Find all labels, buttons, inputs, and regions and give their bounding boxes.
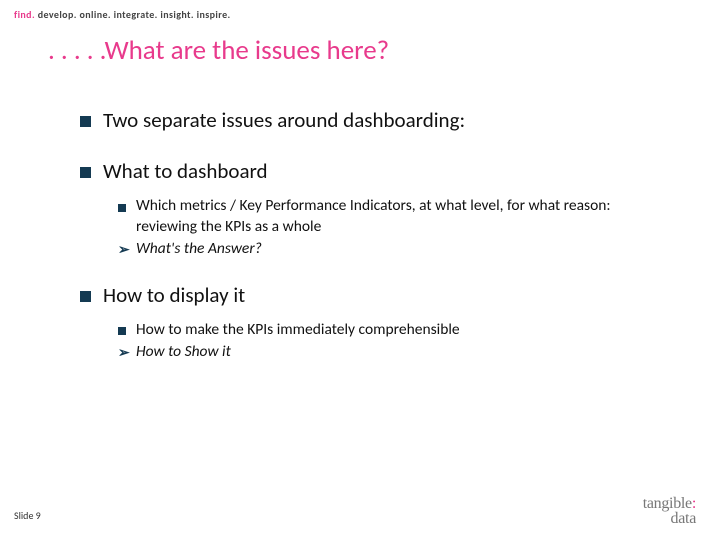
sub-list: Which metrics / Key Performance Indicato…: [118, 196, 680, 258]
sub-list-item-text: How to Show it: [136, 342, 231, 362]
sub-list-item: ➢ What's the Answer?: [118, 239, 680, 259]
list-item-text: Two separate issues around dashboarding:: [103, 108, 465, 133]
square-bullet-icon: [118, 322, 136, 338]
sub-list: How to make the KPIs immediately compreh…: [118, 320, 680, 362]
slide-number: Slide 9: [14, 509, 41, 522]
brand-line-1: tangible:: [643, 496, 696, 511]
list-item: What to dashboard: [80, 159, 680, 184]
slide-title: . . . . .What are the issues here?: [48, 34, 389, 67]
sub-list-item-text: What's the Answer?: [136, 239, 262, 259]
list-item-text: How to display it: [103, 283, 245, 308]
brand-top: tangible: [643, 495, 692, 512]
content-area: Two separate issues around dashboarding:…: [80, 108, 680, 386]
square-bullet-icon: [118, 198, 136, 214]
square-bullet-icon: [80, 167, 91, 178]
tagline-rest: develop. online. integrate. insight. ins…: [35, 8, 231, 21]
sub-list-item: ➢ How to Show it: [118, 342, 680, 362]
list-item-text: What to dashboard: [103, 159, 268, 184]
brand-line-2: data: [643, 511, 696, 526]
brand-colon: :: [692, 495, 696, 512]
tagline: find. develop. online. integrate. insigh…: [14, 8, 231, 21]
sub-list-item-text: Which metrics / Key Performance Indicato…: [136, 196, 656, 236]
arrow-bullet-icon: ➢: [118, 241, 136, 259]
slide: find. develop. online. integrate. insigh…: [0, 0, 720, 540]
list-item: How to display it: [80, 283, 680, 308]
list-item: Two separate issues around dashboarding:: [80, 108, 680, 133]
arrow-bullet-icon: ➢: [118, 344, 136, 362]
tagline-accent: find.: [14, 8, 35, 21]
brand-logo: tangible: data: [643, 496, 696, 526]
square-bullet-icon: [80, 116, 91, 127]
sub-list-item: Which metrics / Key Performance Indicato…: [118, 196, 680, 236]
sub-list-item-text: How to make the KPIs immediately compreh…: [136, 320, 460, 340]
square-bullet-icon: [80, 291, 91, 302]
sub-list-item: How to make the KPIs immediately compreh…: [118, 320, 680, 340]
